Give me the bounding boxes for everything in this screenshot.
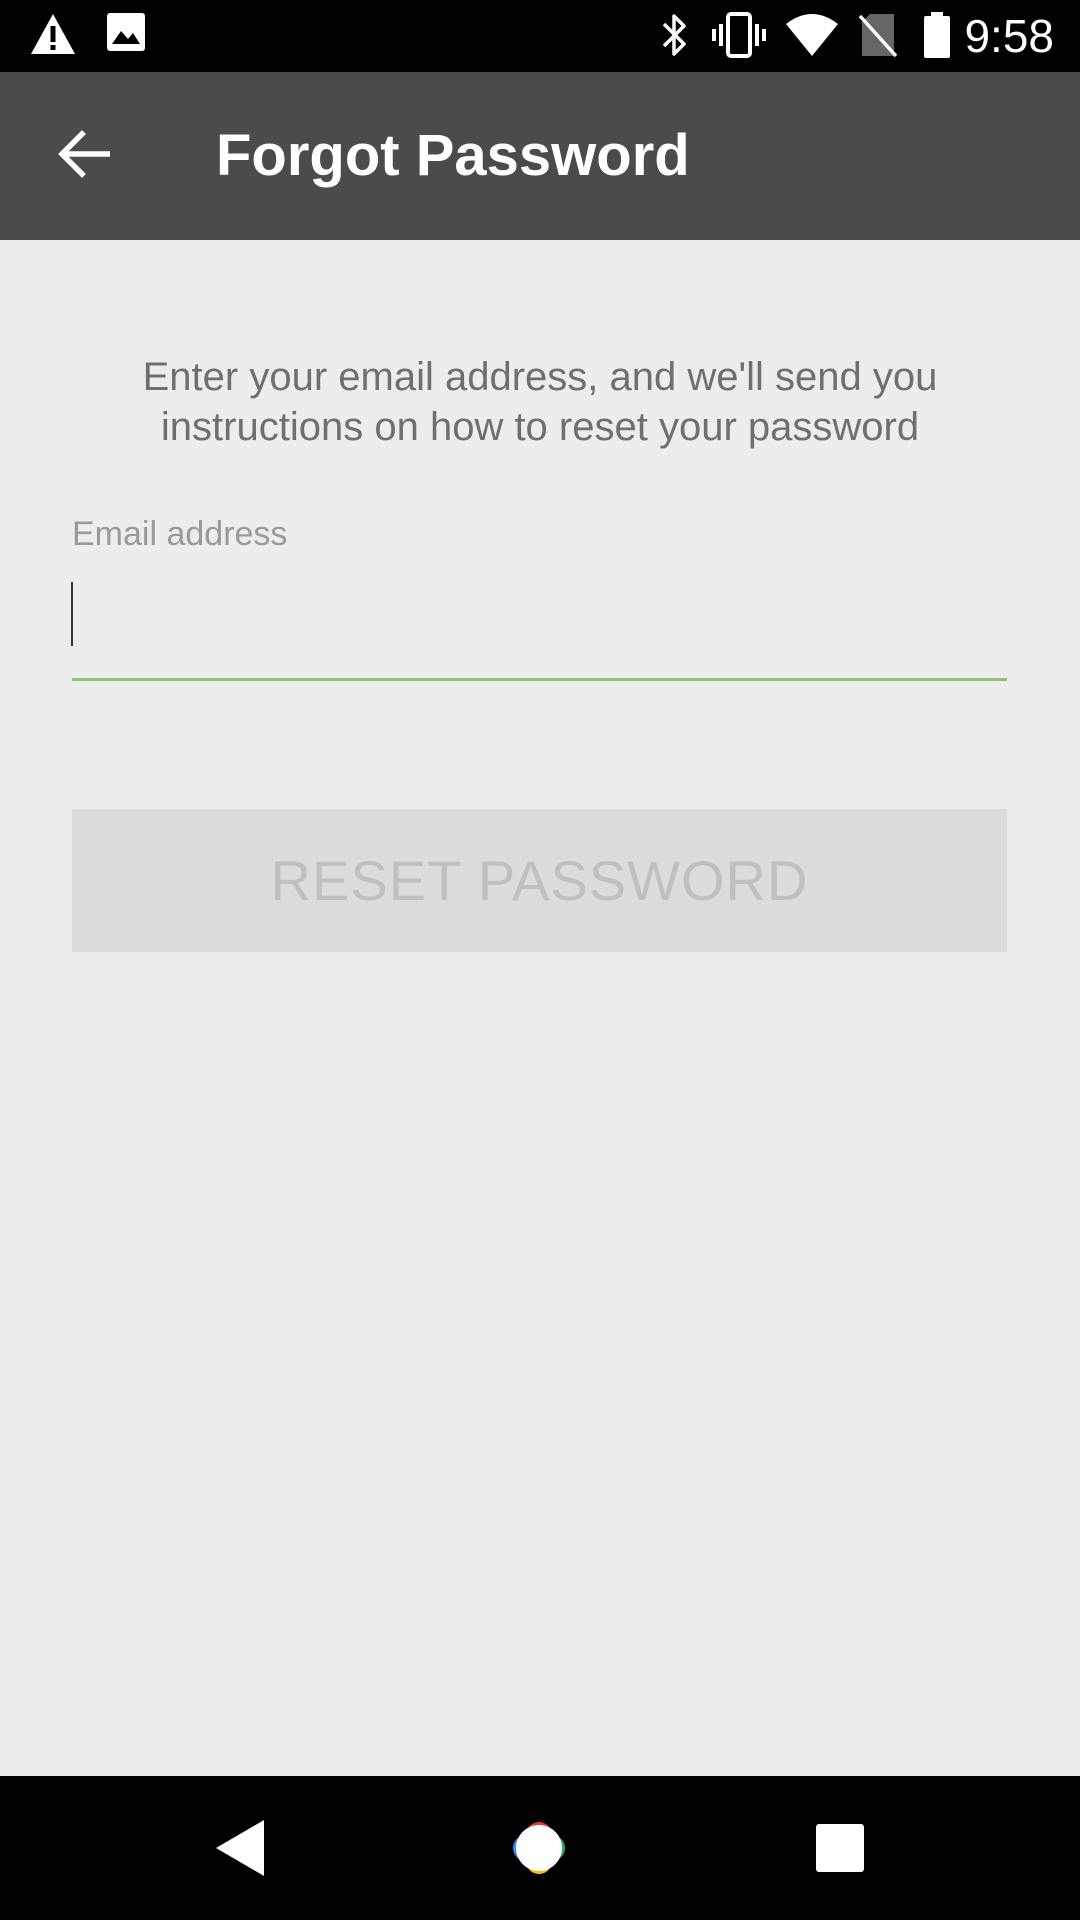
nav-home-icon[interactable] bbox=[499, 1808, 579, 1888]
reset-password-button[interactable]: RESET PASSWORD bbox=[72, 809, 1007, 952]
battery-icon bbox=[922, 12, 952, 63]
nav-recents-icon[interactable] bbox=[800, 1808, 880, 1888]
email-field-label: Email address bbox=[72, 515, 288, 553]
arrow-back-icon bbox=[58, 129, 111, 183]
text-cursor bbox=[71, 582, 73, 646]
clock: 9:58 bbox=[964, 10, 1054, 62]
page-title: Forgot Password bbox=[216, 123, 690, 188]
no-sim-icon bbox=[858, 12, 898, 63]
wifi-icon bbox=[784, 12, 840, 63]
nav-back-icon[interactable] bbox=[200, 1808, 280, 1888]
instructions-text: Enter your email address, and we'll send… bbox=[142, 355, 938, 449]
status-bar: 9:58 bbox=[0, 0, 1080, 72]
app-toolbar: Forgot Password bbox=[0, 72, 1080, 240]
system-navigation-bar bbox=[0, 1776, 1080, 1920]
vibrate-icon bbox=[712, 12, 766, 63]
bluetooth-icon bbox=[660, 12, 690, 63]
warning-icon bbox=[30, 12, 76, 61]
back-button[interactable] bbox=[36, 108, 132, 204]
image-icon bbox=[106, 12, 146, 57]
email-field[interactable] bbox=[72, 570, 1007, 681]
